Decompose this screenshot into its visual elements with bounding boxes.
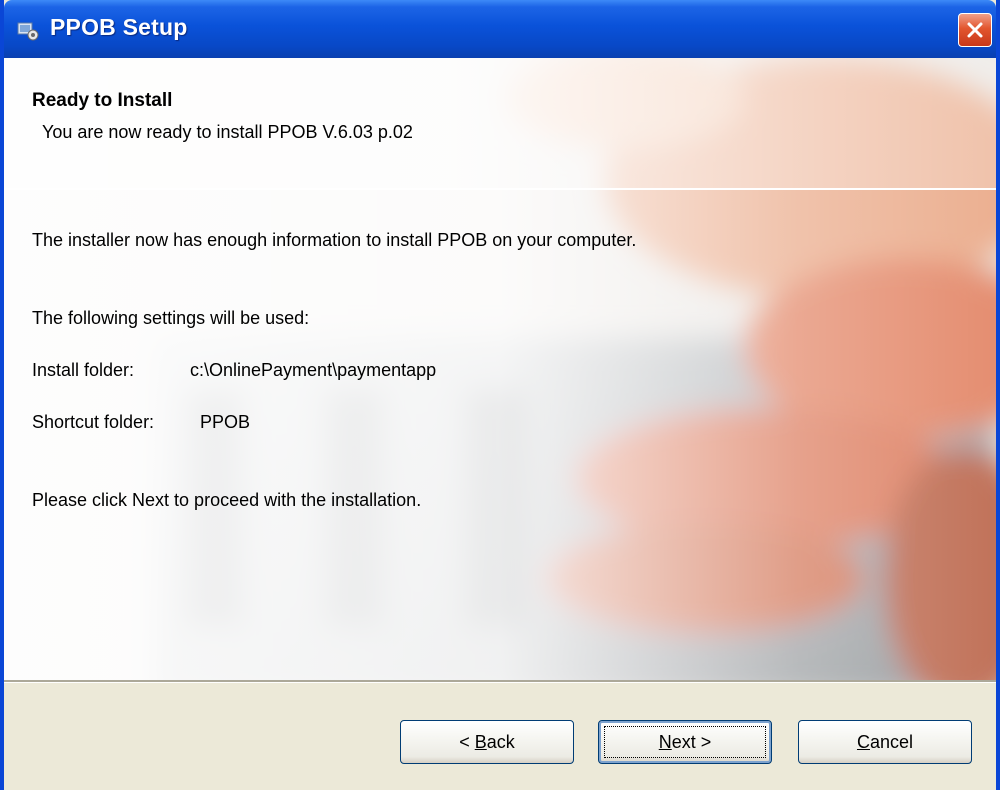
- next-button[interactable]: Next >: [598, 720, 772, 764]
- button-bar: < Back Next > Cancel: [4, 680, 996, 790]
- back-button[interactable]: < Back: [400, 720, 574, 764]
- intro-text: The installer now has enough information…: [32, 230, 637, 250]
- setup-app-icon: [16, 18, 40, 42]
- content-overlay: [4, 190, 996, 680]
- window-title: PPOB Setup: [50, 14, 188, 40]
- shortcut-folder-value: PPOB: [200, 412, 251, 432]
- page-title: Ready to Install: [32, 90, 173, 111]
- close-button[interactable]: [958, 13, 992, 47]
- settings-heading: The following settings will be used:: [32, 308, 310, 328]
- next-button-label: ext >: [671, 732, 712, 752]
- wizard-panel: Ready to Install You are now ready to in…: [4, 58, 996, 680]
- page-subtitle: You are now ready to install PPOB V.6.03…: [42, 122, 413, 142]
- shortcut-folder-label: Shortcut folder:: [32, 412, 155, 432]
- title-bar[interactable]: PPOB Setup: [4, 0, 996, 58]
- instruction-text: Please click Next to proceed with the in…: [32, 490, 422, 510]
- cancel-button-accel: C: [856, 732, 870, 752]
- back-button-prefix: <: [459, 732, 475, 752]
- cancel-button[interactable]: Cancel: [798, 720, 972, 764]
- setup-window: PPOB Setup Ready to Install You are now …: [0, 0, 1000, 790]
- close-icon: [967, 22, 983, 38]
- install-folder-label: Install folder:: [32, 360, 135, 380]
- back-button-label: ack: [486, 732, 515, 752]
- next-button-accel: N: [658, 732, 672, 752]
- cancel-button-label: ancel: [869, 732, 914, 752]
- install-folder-value: c:\OnlinePayment\paymentapp: [190, 360, 437, 380]
- wizard-header: Ready to Install You are now ready to in…: [4, 58, 996, 189]
- back-button-accel: B: [474, 732, 487, 752]
